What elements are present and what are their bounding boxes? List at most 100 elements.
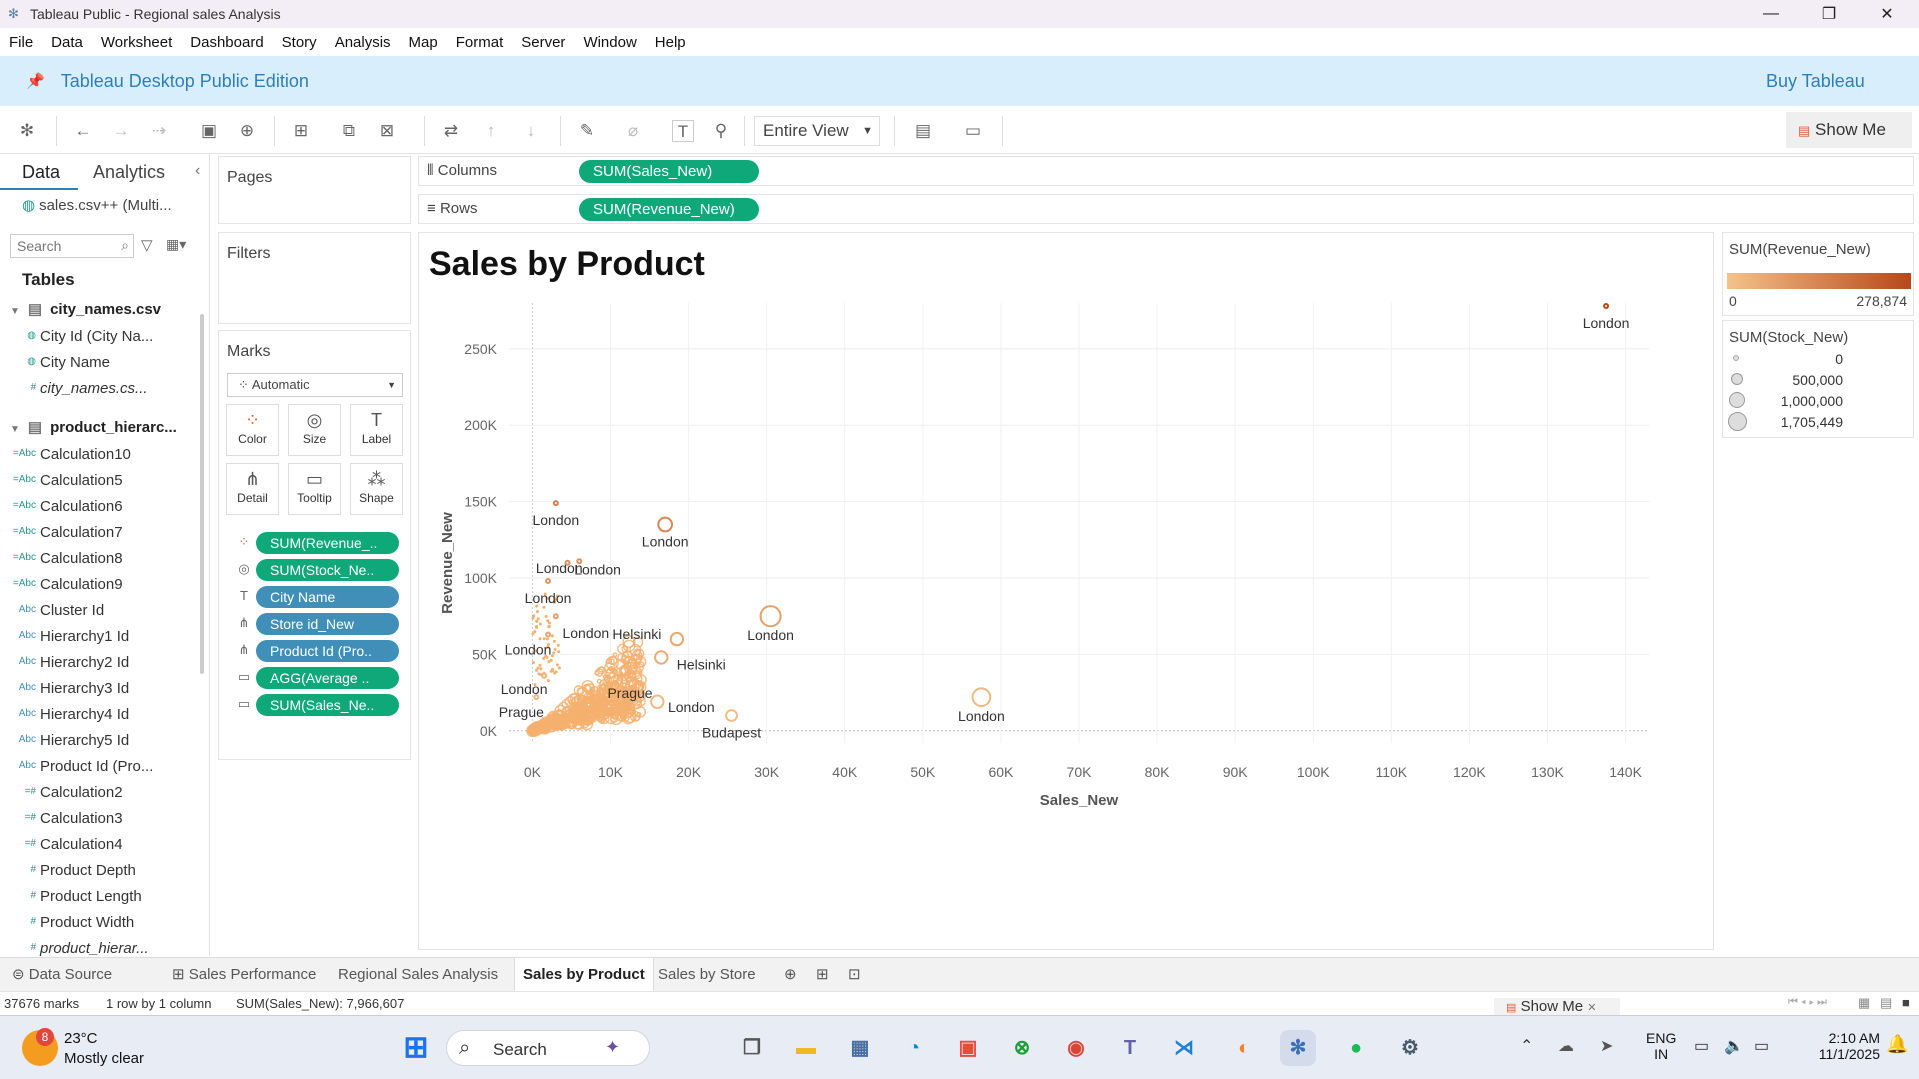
- field-product-width[interactable]: # Product Width: [30, 914, 134, 931]
- field-calculation8[interactable]: =Abc Calculation8: [13, 550, 123, 567]
- marks-pill-average[interactable]: AGG(Average ..: [256, 667, 399, 689]
- tab-data-source[interactable]: ⊜ Data Source: [4, 958, 120, 992]
- minimize-button[interactable]: —: [1748, 0, 1794, 28]
- menu-window[interactable]: Window: [574, 34, 645, 51]
- menu-map[interactable]: Map: [400, 34, 447, 51]
- new-worksheet-icon[interactable]: ⊞: [290, 120, 312, 142]
- field-hierarchy5-id[interactable]: Abc Hierarchy5 Id: [19, 732, 129, 749]
- mark-type-dropdown[interactable]: ⁘ Automatic ▼: [227, 373, 403, 397]
- color-button[interactable]: ⁘ Color: [226, 404, 279, 456]
- tab-sales-performance[interactable]: ⊞ Sales Performance: [164, 958, 324, 992]
- network-icon[interactable]: ▭: [1694, 1036, 1709, 1056]
- calculator-icon[interactable]: ▦: [842, 1030, 878, 1066]
- detail-button[interactable]: ⋔ Detail: [226, 463, 279, 515]
- file-explorer-icon[interactable]: ▬: [788, 1030, 824, 1066]
- start-icon[interactable]: ⊞: [398, 1030, 434, 1066]
- xbox-icon[interactable]: ⊗: [1004, 1030, 1040, 1066]
- chevron-up-icon[interactable]: ⌃: [1520, 1036, 1533, 1056]
- taskbar-search[interactable]: ⌕ Search ✦: [446, 1030, 650, 1066]
- spotify-icon[interactable]: ●: [1338, 1030, 1374, 1066]
- close-button[interactable]: ✕: [1864, 0, 1910, 28]
- undo-icon[interactable]: ←: [72, 120, 94, 142]
- close-icon[interactable]: ✕: [1587, 1002, 1596, 1014]
- menu-dashboard[interactable]: Dashboard: [181, 34, 272, 51]
- new-dashboard-tab-icon[interactable]: ⊞: [808, 958, 837, 992]
- show-me-button[interactable]: ▤ Show Me: [1786, 112, 1912, 148]
- field-product-hierarchy-count[interactable]: # product_hierar...: [30, 940, 148, 957]
- restore-button[interactable]: ❐: [1806, 0, 1852, 28]
- group-icon[interactable]: ⌀: [622, 120, 644, 142]
- field-calculation10[interactable]: =Abc Calculation10: [13, 446, 131, 463]
- clear-sheet-icon[interactable]: ⊠: [376, 120, 398, 142]
- menu-story[interactable]: Story: [273, 34, 326, 51]
- marks-pill-sales[interactable]: SUM(Sales_Ne..: [256, 694, 399, 716]
- swap-axes-icon[interactable]: ⇄: [440, 120, 462, 142]
- highlight-icon[interactable]: ✎: [576, 120, 598, 142]
- fit-dropdown[interactable]: Entire View ▼: [754, 116, 880, 146]
- marks-pill-city-name[interactable]: City Name: [256, 586, 399, 608]
- menu-analysis[interactable]: Analysis: [326, 34, 400, 51]
- firefox-icon[interactable]: ◐: [1226, 1030, 1262, 1066]
- tooltip-button[interactable]: ▭ Tooltip: [288, 463, 341, 515]
- rows-shelf[interactable]: ≡ Rows SUM(Revenue_New): [418, 194, 1914, 224]
- size-button[interactable]: ◎ Size: [288, 404, 341, 456]
- language-indicator[interactable]: ENG IN: [1646, 1030, 1676, 1062]
- field-cluster-id[interactable]: Abc Cluster Id: [19, 602, 104, 619]
- sort-ascending-icon[interactable]: ↑: [480, 120, 502, 142]
- columns-shelf[interactable]: ⦀ Columns SUM(Sales_New): [418, 156, 1914, 186]
- shape-button[interactable]: ⁂ Shape: [350, 463, 403, 515]
- menu-format[interactable]: Format: [447, 34, 513, 51]
- marks-pill-revenue[interactable]: SUM(Revenue_..: [256, 532, 399, 554]
- marks-pill-stock[interactable]: SUM(Stock_Ne..: [256, 559, 399, 581]
- buy-tableau-link[interactable]: Buy Tableau: [1766, 71, 1865, 92]
- status-show-me-button[interactable]: ▤ Show Me ✕: [1494, 998, 1620, 1016]
- tab-sales-by-store[interactable]: Sales by Store: [650, 958, 764, 992]
- collapse-pane-icon[interactable]: ‹: [195, 162, 200, 180]
- field-calculation5[interactable]: =Abc Calculation5: [13, 472, 123, 489]
- datasource-name[interactable]: ◍ sales.csv++ (Multi...: [22, 196, 172, 214]
- field-city-names-count[interactable]: # city_names.cs...: [30, 380, 147, 397]
- viz-area[interactable]: Sales by Product 0K 50K 100K 150K 200K 250K 0K…: [418, 232, 1714, 950]
- field-calculation2[interactable]: =# Calculation2: [25, 784, 123, 801]
- field-hierarchy2-id[interactable]: Abc Hierarchy2 Id: [19, 654, 129, 671]
- chrome-icon[interactable]: ◉: [1058, 1030, 1094, 1066]
- search-input[interactable]: Search ⌕: [10, 234, 134, 258]
- tableau-home-icon[interactable]: ✻: [16, 120, 38, 142]
- new-datasource-icon[interactable]: ⊕: [236, 120, 258, 142]
- tab-analytics[interactable]: Analytics: [93, 162, 165, 183]
- notification-icon[interactable]: 🔔: [1886, 1034, 1908, 1055]
- view-options-icon[interactable]: ▦▾: [166, 236, 186, 253]
- field-product-id[interactable]: Abc Product Id (Pro...: [19, 758, 154, 775]
- show-cards-icon[interactable]: ▤: [912, 120, 934, 142]
- sort-descending-icon[interactable]: ↓: [520, 120, 542, 142]
- tab-regional-sales-analysis[interactable]: Regional Sales Analysis: [330, 958, 506, 992]
- field-product-length[interactable]: # Product Length: [30, 888, 141, 905]
- filmstrip-icon[interactable]: ▤: [1880, 995, 1892, 1011]
- marks-pill-product-id[interactable]: Product Id (Pro..: [256, 640, 399, 662]
- label-button[interactable]: T Label: [350, 404, 403, 456]
- tableau-taskbar-icon[interactable]: ✻: [1280, 1030, 1316, 1066]
- field-city-name[interactable]: ◍ City Name: [27, 354, 110, 371]
- vscode-icon[interactable]: ⋊: [1166, 1030, 1202, 1066]
- menu-help[interactable]: Help: [646, 34, 695, 51]
- new-worksheet-tab-icon[interactable]: ⊕: [776, 958, 805, 992]
- marks-pill-store-id[interactable]: Store id_New: [256, 613, 399, 635]
- field-calculation9[interactable]: =Abc Calculation9: [13, 576, 123, 593]
- location-icon[interactable]: ➤: [1600, 1036, 1613, 1056]
- field-city-id[interactable]: ◍ City Id (City Na...: [27, 328, 153, 345]
- sheet-nav-icon[interactable]: ⏮ ◂ ▸ ⏭: [1788, 996, 1827, 1009]
- filter-icon[interactable]: ▽: [141, 236, 153, 254]
- pin-axes-icon[interactable]: ⚲: [710, 120, 732, 142]
- field-hierarchy3-id[interactable]: Abc Hierarchy3 Id: [19, 680, 129, 697]
- save-icon[interactable]: ▣: [198, 120, 220, 142]
- columns-pill-sales[interactable]: SUM(Sales_New): [579, 160, 759, 183]
- presentation-mode-icon[interactable]: ▭: [962, 120, 984, 142]
- field-product-depth[interactable]: # Product Depth: [30, 862, 135, 879]
- field-calculation6[interactable]: =Abc Calculation6: [13, 498, 123, 515]
- color-legend[interactable]: SUM(Revenue_New) 0 278,874: [1722, 232, 1914, 316]
- size-legend[interactable]: SUM(Stock_New) 0 500,000 1,000,000 1,705…: [1722, 320, 1914, 438]
- store-icon[interactable]: ▣: [950, 1030, 986, 1066]
- edge-icon[interactable]: ◔: [896, 1030, 932, 1066]
- battery-icon[interactable]: ▭: [1754, 1036, 1769, 1056]
- teams-icon[interactable]: T: [1112, 1030, 1148, 1066]
